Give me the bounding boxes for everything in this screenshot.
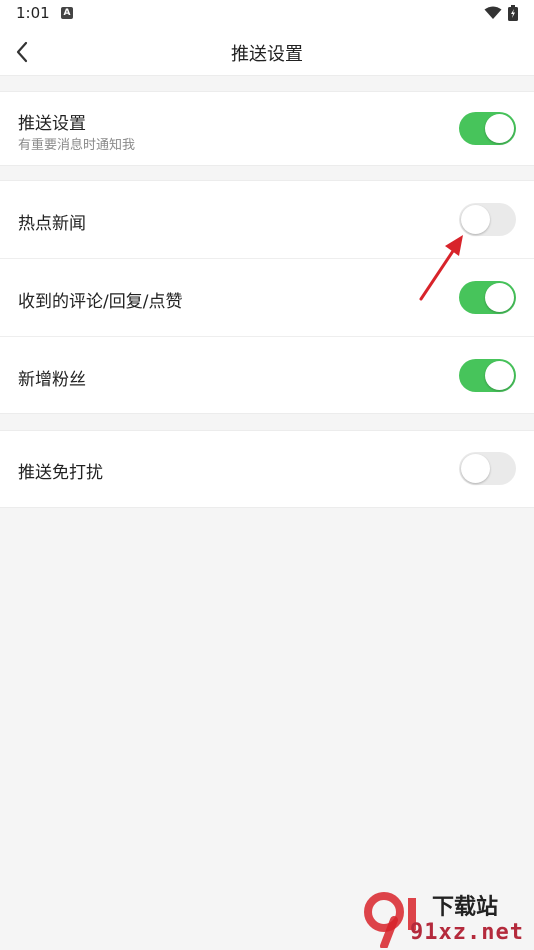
new-fans-title: 新增粉丝 [18, 370, 86, 390]
push-setting-subtitle: 有重要消息时通知我 [18, 138, 136, 153]
svg-text:下载站: 下载站 [432, 894, 498, 920]
watermark-text: 91xz.net [410, 920, 524, 945]
push-setting-row[interactable]: 推送设置 有重要消息时通知我 [0, 92, 534, 165]
do-not-disturb-toggle[interactable] [459, 452, 516, 485]
wifi-icon [484, 6, 502, 19]
watermark: 下载站 91xz.net [362, 890, 532, 948]
status-time: 1:01 [16, 4, 50, 22]
toggle-knob [485, 361, 514, 390]
toggle-knob [485, 283, 514, 312]
new-fans-row[interactable]: 新增粉丝 [0, 336, 534, 413]
new-fans-toggle[interactable] [459, 359, 516, 392]
push-setting-toggle[interactable] [459, 112, 516, 145]
annotation-arrow-icon [419, 235, 463, 301]
push-settings-group: 推送设置 有重要消息时通知我 [0, 91, 534, 166]
status-bar: 1:01 A [0, 0, 534, 28]
push-setting-title: 推送设置 [18, 114, 86, 134]
do-not-disturb-group: 推送免打扰 [0, 430, 534, 508]
toggle-knob [461, 454, 490, 483]
notification-icon: A [61, 7, 73, 19]
do-not-disturb-row[interactable]: 推送免打扰 [0, 431, 534, 507]
do-not-disturb-title: 推送免打扰 [18, 463, 103, 483]
app-header: 推送设置 [0, 28, 534, 76]
toggle-knob [485, 114, 514, 143]
hot-news-title: 热点新闻 [18, 214, 86, 234]
toggle-knob [461, 205, 490, 234]
page-title: 推送设置 [231, 44, 303, 65]
battery-icon [508, 5, 518, 21]
comments-title: 收到的评论/回复/点赞 [18, 292, 183, 312]
